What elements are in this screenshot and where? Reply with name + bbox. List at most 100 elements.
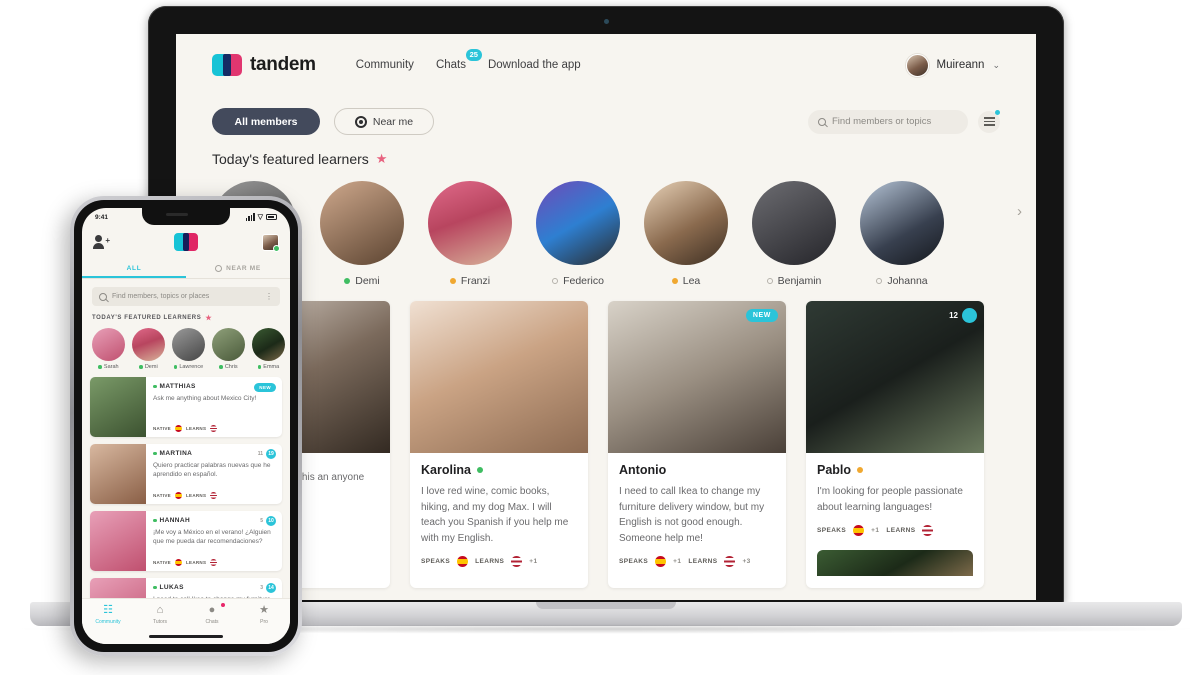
featured-learner[interactable]: Franzi xyxy=(428,181,512,287)
add-person-icon[interactable]: + xyxy=(93,235,110,249)
tab-tutors[interactable]: ⌂ Tutors xyxy=(134,604,186,626)
filter-active-dot xyxy=(995,109,1000,115)
search-area: Find members or topics xyxy=(808,109,1000,134)
featured-learner[interactable]: Chris xyxy=(212,328,245,370)
learns-extra-count: +1 xyxy=(529,558,538,565)
card-photo: NEW xyxy=(608,301,786,453)
nav-link-community[interactable]: Community xyxy=(356,59,414,71)
phone-search-input[interactable]: Find members, topics or places ⋮ xyxy=(92,287,280,306)
featured-learner-name: Emma xyxy=(263,364,280,370)
card-member-name: Antonio xyxy=(619,463,667,477)
list-item-photo xyxy=(90,511,146,571)
avatar xyxy=(860,181,944,265)
speaks-extra-count: +1 xyxy=(673,558,682,565)
card-bio: I'm looking for people passionate about … xyxy=(817,486,963,513)
carousel-next-arrow[interactable]: › xyxy=(1017,203,1022,220)
avatar[interactable] xyxy=(262,233,280,252)
filter-near-me[interactable]: Near me xyxy=(334,108,434,135)
card-languages: SPEAKS +1 LEARNS +3 xyxy=(619,556,775,567)
card-languages: SPEAKS LEARNS +1 xyxy=(421,556,577,567)
card-photo: 12 xyxy=(806,301,984,453)
featured-learner[interactable]: Federico xyxy=(536,181,620,287)
home-indicator xyxy=(149,635,223,638)
speaks-label: SPEAKS xyxy=(619,558,649,565)
status-dot xyxy=(153,451,157,456)
phone-screen: 9:41 ▽ + ALL NEAR ME Find members, topic… xyxy=(82,208,290,644)
list-item-languages: NATIVE LEARNS xyxy=(153,492,218,499)
graduation-cap-icon: ⌂ xyxy=(156,604,164,616)
learns-label: LEARNS xyxy=(688,558,718,565)
featured-learner[interactable]: Demi xyxy=(320,181,404,287)
filter-near-me-label: Near me xyxy=(372,115,414,128)
flag-us-icon xyxy=(210,492,218,499)
chat-bubble-icon: ● xyxy=(186,603,238,616)
tab-community[interactable]: ☷ Community xyxy=(82,605,134,626)
card-member-name: Pablo xyxy=(817,463,973,477)
list-item-photo xyxy=(90,377,146,437)
member-card[interactable]: Karolina I love red wine, comic books, h… xyxy=(410,301,588,588)
status-dot xyxy=(552,278,559,284)
search-input[interactable]: Find members or topics xyxy=(808,109,968,134)
list-item-name: LUKAS xyxy=(159,584,184,591)
list-item[interactable]: MARTINA Quiero practicar palabras nuevas… xyxy=(90,444,282,504)
laptop-screen: tandem Community Chats 25 Download the a… xyxy=(176,34,1036,600)
search-placeholder: Find members or topics xyxy=(832,116,932,127)
star-icon: ★ xyxy=(205,315,213,322)
learns-label: LEARNS xyxy=(886,527,916,534)
featured-learner[interactable]: Benjamin xyxy=(752,181,836,287)
tab-pro-label: Pro xyxy=(260,619,268,625)
speaks-label: SPEAKS xyxy=(817,527,847,534)
nav-link-download[interactable]: Download the app xyxy=(488,59,581,71)
brand-logo[interactable]: tandem xyxy=(212,54,316,76)
list-item[interactable]: HANNAH ¡Me voy a México en el verano! ¿A… xyxy=(90,511,282,571)
phone-header: + xyxy=(82,226,290,258)
count-circle-icon xyxy=(962,308,977,323)
featured-learner[interactable]: × Sarah xyxy=(92,208,290,370)
status-time: 9:41 xyxy=(95,213,109,221)
featured-section-header: Today's featured learners ★ xyxy=(176,151,1036,167)
close-icon[interactable]: × xyxy=(282,208,290,216)
list-item-count: 5 xyxy=(260,518,263,524)
featured-learner[interactable]: Demi xyxy=(132,328,165,370)
member-card[interactable]: 12 Pablo I'm looking for people passiona… xyxy=(806,301,984,588)
avatar xyxy=(905,53,929,77)
featured-learner[interactable]: Lea xyxy=(644,181,728,287)
status-dot xyxy=(173,365,178,369)
photo-count-badge: 12 xyxy=(949,308,977,323)
tab-chats-label: Chats xyxy=(205,619,219,625)
tab-chats[interactable]: ● Chats xyxy=(186,603,238,625)
user-menu[interactable]: Muireann ⌄ xyxy=(905,53,1000,77)
featured-learner[interactable]: Johanna xyxy=(860,181,944,287)
filter-icon[interactable]: ⋮ xyxy=(265,292,273,301)
member-card[interactable]: NEW Antonio I need to call Ikea to chang… xyxy=(608,301,786,588)
filter-settings-button[interactable] xyxy=(978,109,1000,133)
native-label: NATIVE xyxy=(153,493,171,498)
unread-dot xyxy=(221,603,226,607)
tab-near-me-label: NEAR ME xyxy=(226,265,261,272)
speaks-label: SPEAKS xyxy=(421,558,451,565)
featured-learner[interactable]: Lawrence xyxy=(172,328,205,370)
status-dot xyxy=(153,518,157,523)
nav-link-chats[interactable]: Chats 25 xyxy=(436,49,482,71)
tab-all[interactable]: ALL xyxy=(82,258,186,278)
avatar xyxy=(536,181,620,265)
flag-us-icon xyxy=(511,556,523,567)
featured-learners-row: ias Demi Franzi Federico Lea xyxy=(176,167,1036,287)
tab-community-label: Community xyxy=(95,619,121,625)
list-item[interactable]: MATTHIAS Ask me anything about Mexico Ci… xyxy=(90,377,282,437)
tab-near-me[interactable]: NEAR ME xyxy=(186,258,290,278)
card-photo xyxy=(410,301,588,453)
phone-section-title: TODAY'S FEATURED LEARNERS xyxy=(92,315,202,321)
featured-learner[interactable]: Emma xyxy=(252,328,285,370)
photo-count: 12 xyxy=(949,311,958,320)
tab-pro[interactable]: ★ Pro xyxy=(238,605,290,626)
list-item-message: Ask me anything about Mexico City! xyxy=(153,395,257,402)
avatar xyxy=(252,328,285,361)
filter-all-members[interactable]: All members xyxy=(212,108,320,135)
flag-es-icon xyxy=(174,559,182,566)
flag-us-icon xyxy=(922,525,934,536)
card-bio: I love red wine, comic books, hiking, an… xyxy=(421,486,569,544)
learns-label: LEARNS xyxy=(185,560,207,565)
phone-bezel: 9:41 ▽ + ALL NEAR ME Find members, topic… xyxy=(74,200,298,652)
featured-learner-name: Federico xyxy=(536,275,620,287)
